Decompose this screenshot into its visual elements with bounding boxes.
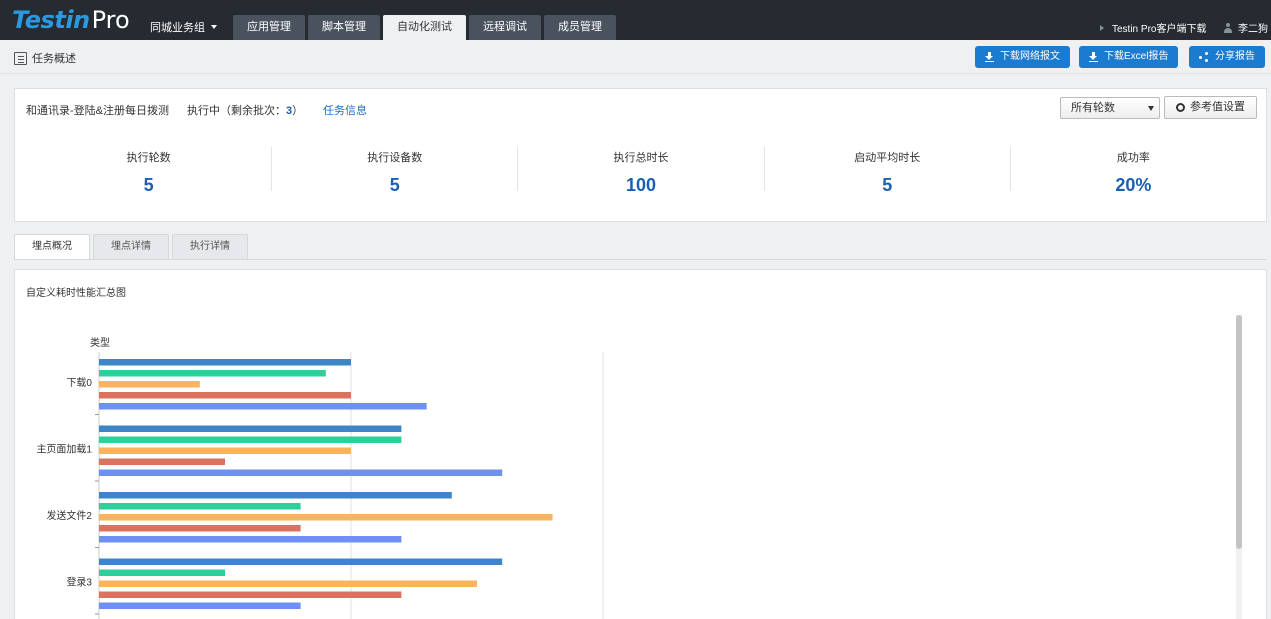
user-icon — [1223, 22, 1233, 33]
subtab-tracking-overview[interactable]: 埋点概况 — [14, 234, 90, 260]
bar[interactable] — [99, 558, 503, 566]
share-report-label: 分享报告 — [1215, 51, 1255, 62]
nav-tab-app-management[interactable]: 应用管理 — [233, 15, 305, 40]
stat-value: 100 — [625, 175, 657, 195]
stat-label: 执行总时长 — [613, 152, 669, 164]
round-select[interactable]: 所有轮数 — [1060, 97, 1160, 119]
task-info-link[interactable]: 任务信息 — [323, 102, 367, 118]
main-nav-tabs: 应用管理 脚本管理 自动化测试 远程调试 成员管理 — [233, 15, 616, 40]
share-report-button[interactable]: 分享报告 — [1189, 46, 1265, 68]
stat-success-rate: 成功率 20% — [1009, 147, 1256, 195]
task-summary-card: 和通讯录-登陆&注册每日拨测 执行中（剩余批次：3） 任务信息 所有轮数 参考值… — [14, 88, 1267, 222]
download-excel-report-button[interactable]: 下载Excel报告 — [1079, 46, 1179, 68]
y-tick-label: 主页面加载1 — [36, 444, 92, 456]
client-download-link[interactable]: Testin Pro客户端下载 — [1100, 20, 1206, 35]
stat-label: 成功率 — [1116, 152, 1150, 164]
reference-settings-label: 参考值设置 — [1190, 101, 1245, 113]
scrollbar-thumb[interactable] — [1236, 315, 1242, 549]
reference-settings-button[interactable]: 参考值设置 — [1164, 96, 1257, 119]
subtab-divider — [14, 259, 1267, 260]
download-network-packets-button[interactable]: 下载网络报文 — [975, 46, 1070, 68]
bar[interactable] — [99, 580, 477, 588]
chart-card: 自定义耗时性能汇总图 类型 下载0 主页面加载1 发送文件2 登录3 — [14, 269, 1267, 619]
stats-row: 执行轮数 5 执行设备数 5 执行总时长 100 启动平均时长 5 成功率 20… — [26, 147, 1256, 195]
download-network-packets-label: 下载网络报文 — [1000, 51, 1060, 62]
subtab-tracking-details[interactable]: 埋点详情 — [93, 234, 169, 259]
task-status: 执行中（剩余批次：3） — [187, 102, 303, 118]
nav-tab-automated-testing[interactable]: 自动化测试 — [383, 15, 466, 40]
caret-down-icon — [1148, 106, 1154, 111]
group-selector-label: 同城业务组 — [150, 22, 205, 34]
bar[interactable] — [99, 602, 301, 610]
download-icon — [1089, 52, 1098, 62]
stat-label: 执行设备数 — [367, 152, 423, 164]
bar[interactable] — [99, 569, 225, 577]
client-download-label: Testin Pro客户端下载 — [1112, 24, 1207, 35]
page-subheader: 任务概述 下载网络报文 下载Excel报告 分享报告 — [0, 40, 1271, 74]
stat-value: 5 — [882, 175, 893, 195]
testin-pro-logo[interactable]: Testin Pro — [12, 6, 130, 34]
stat-label: 启动平均时长 — [854, 152, 921, 164]
y-tick-label: 登录3 — [66, 576, 92, 589]
y-tick-label: 下载0 — [66, 377, 92, 389]
bar[interactable] — [99, 469, 503, 477]
bar[interactable] — [99, 514, 553, 521]
play-triangle-icon — [1100, 24, 1104, 31]
stat-label: 执行轮数 — [126, 152, 171, 164]
bar[interactable] — [99, 503, 301, 510]
subtab-execution-details[interactable]: 执行详情 — [172, 234, 248, 259]
vertical-scrollbar[interactable] — [1236, 315, 1242, 619]
nav-tab-member-management[interactable]: 成员管理 — [544, 15, 616, 40]
nav-tab-remote-debugging[interactable]: 远程调试 — [469, 15, 541, 40]
stat-rounds: 执行轮数 5 — [26, 147, 271, 195]
bar[interactable] — [99, 403, 427, 410]
user-name: 李二狗 — [1238, 24, 1268, 35]
nav-tab-script-management[interactable]: 脚本管理 — [308, 15, 380, 40]
bar[interactable] — [99, 392, 351, 399]
stat-avg-launch: 启动平均时长 5 — [763, 147, 1010, 195]
logo-text-pro: Pro — [91, 6, 130, 34]
share-icon — [1199, 52, 1209, 62]
y-tick-label: 发送文件2 — [46, 509, 92, 522]
task-name: 和通讯录-登陆&注册每日拨测 — [26, 105, 169, 117]
bar[interactable] — [99, 536, 402, 543]
bar[interactable] — [99, 492, 452, 499]
bar[interactable] — [99, 381, 200, 388]
task-status-suffix: ） — [292, 105, 304, 117]
y-axis-label: 类型 — [90, 336, 110, 349]
bar[interactable] — [99, 447, 351, 455]
stat-devices: 执行设备数 5 — [271, 147, 517, 195]
bar[interactable] — [99, 591, 402, 599]
report-subtabs: 埋点概况 埋点详情 执行详情 — [14, 234, 248, 260]
bar[interactable] — [99, 425, 402, 433]
logo-text-testin: Testin — [12, 6, 90, 34]
bar[interactable] — [99, 370, 326, 377]
top-navbar: Testin Pro 同城业务组 应用管理 脚本管理 自动化测试 远程调试 成员… — [0, 0, 1271, 40]
stat-value: 5 — [143, 175, 154, 195]
bar[interactable] — [99, 525, 301, 532]
stat-value: 5 — [389, 175, 400, 195]
gear-icon — [1176, 103, 1185, 112]
caret-down-icon — [211, 25, 217, 29]
bar[interactable] — [99, 436, 402, 444]
user-menu[interactable]: 李二狗 — [1223, 20, 1268, 35]
download-icon — [985, 52, 994, 62]
page-title-label: 任务概述 — [32, 53, 76, 65]
bar[interactable] — [99, 359, 351, 366]
stat-total-duration: 执行总时长 100 — [517, 147, 763, 195]
performance-bar-chart: 类型 下载0 主页面加载1 发送文件2 登录3 — [36, 336, 604, 619]
task-status-prefix: 执行中（剩余批次： — [187, 105, 286, 117]
group-selector[interactable]: 同城业务组 — [150, 19, 217, 35]
download-excel-report-label: 下载Excel报告 — [1104, 51, 1169, 62]
bar[interactable] — [99, 458, 225, 466]
document-list-icon — [14, 51, 27, 65]
page-title: 任务概述 — [14, 50, 76, 66]
round-select-value: 所有轮数 — [1071, 102, 1115, 114]
stat-value: 20% — [1115, 175, 1152, 195]
